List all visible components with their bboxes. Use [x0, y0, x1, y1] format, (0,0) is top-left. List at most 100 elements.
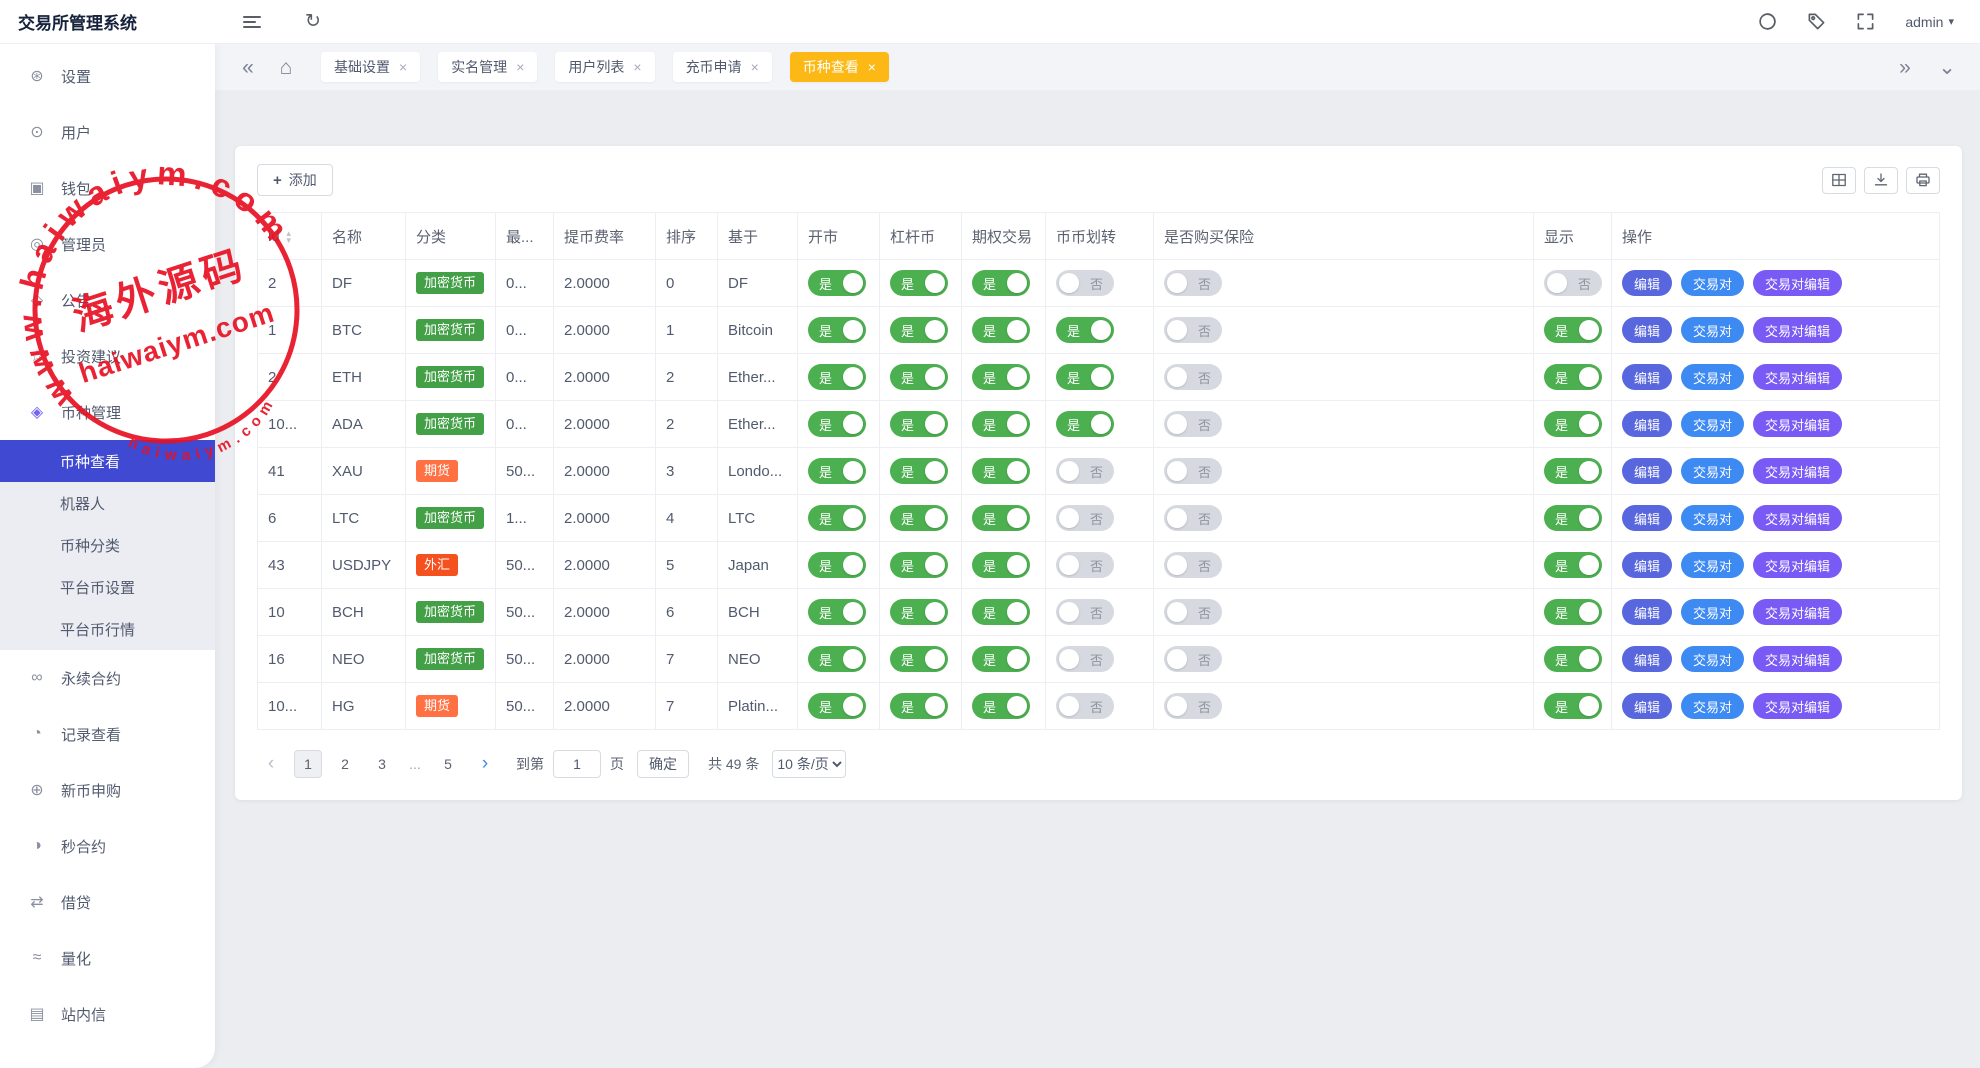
pair-edit-button[interactable]: 交易对编辑 [1753, 599, 1842, 625]
toggle-insurance[interactable]: 否 [1164, 552, 1222, 578]
page-number-5[interactable]: 5 [434, 750, 462, 778]
edit-button[interactable]: 编辑 [1622, 317, 1672, 343]
toggle-display[interactable]: 是 [1544, 693, 1602, 719]
toggle-transfer[interactable]: 否 [1056, 270, 1114, 296]
toggle-leverage[interactable]: 是 [890, 270, 948, 296]
toggle-transfer[interactable]: 否 [1056, 693, 1114, 719]
edit-button[interactable]: 编辑 [1622, 505, 1672, 531]
sidebar-item-new-coin-subscribe[interactable]: ⊕新币申购 [0, 762, 215, 818]
pair-edit-button[interactable]: 交易对编辑 [1753, 552, 1842, 578]
sidebar-item-investment-advice[interactable]: ☆投资建议 [0, 328, 215, 384]
sidebar-item-record-view[interactable]: ◔记录查看 [0, 706, 215, 762]
toggle-options[interactable]: 是 [972, 364, 1030, 390]
toggle-leverage[interactable]: 是 [890, 364, 948, 390]
toggle-transfer[interactable]: 是 [1056, 364, 1114, 390]
sidebar-item-lending[interactable]: ⇄借贷 [0, 874, 215, 930]
edit-button[interactable]: 编辑 [1622, 599, 1672, 625]
toggle-options[interactable]: 是 [972, 317, 1030, 343]
sidebar-subitem-coin-view[interactable]: 币种查看 [0, 440, 215, 482]
toggle-open[interactable]: 是 [808, 599, 866, 625]
tab-close-icon[interactable]: × [516, 59, 524, 75]
toggle-options[interactable]: 是 [972, 552, 1030, 578]
edit-button[interactable]: 编辑 [1622, 646, 1672, 672]
sidebar-item-perpetual-contract[interactable]: ∞永续合约 [0, 650, 215, 706]
toggle-open[interactable]: 是 [808, 364, 866, 390]
toggle-display[interactable]: 是 [1544, 364, 1602, 390]
pair-button[interactable]: 交易对 [1681, 458, 1744, 484]
toggle-options[interactable]: 是 [972, 270, 1030, 296]
toggle-transfer[interactable]: 是 [1056, 317, 1114, 343]
toggle-leverage[interactable]: 是 [890, 552, 948, 578]
edit-button[interactable]: 编辑 [1622, 458, 1672, 484]
toggle-display[interactable]: 是 [1544, 317, 1602, 343]
sidebar-item-coin-management[interactable]: ◈币种管理 [0, 384, 215, 440]
tab-close-icon[interactable]: × [868, 59, 876, 75]
toggle-leverage[interactable]: 是 [890, 505, 948, 531]
toggle-transfer[interactable]: 是 [1056, 411, 1114, 437]
pair-edit-button[interactable]: 交易对编辑 [1753, 646, 1842, 672]
toggle-leverage[interactable]: 是 [890, 317, 948, 343]
sidebar-subitem-platform-coin-market[interactable]: 平台币行情 [0, 608, 215, 650]
theme-icon[interactable] [1758, 12, 1777, 31]
toggle-display[interactable]: 是 [1544, 505, 1602, 531]
toggle-open[interactable]: 是 [808, 458, 866, 484]
toggle-open[interactable]: 是 [808, 552, 866, 578]
pair-button[interactable]: 交易对 [1681, 317, 1744, 343]
tabs-scroll-left-icon[interactable]: « [235, 57, 261, 78]
edit-button[interactable]: 编辑 [1622, 270, 1672, 296]
jump-page-input[interactable] [553, 750, 601, 778]
toggle-insurance[interactable]: 否 [1164, 317, 1222, 343]
toggle-display[interactable]: 是 [1544, 552, 1602, 578]
toggle-insurance[interactable]: 否 [1164, 505, 1222, 531]
toggle-transfer[interactable]: 否 [1056, 646, 1114, 672]
sidebar-item-wallet[interactable]: ▣钱包 [0, 160, 215, 216]
sidebar-collapse-icon[interactable] [243, 16, 261, 28]
pair-button[interactable]: 交易对 [1681, 552, 1744, 578]
tab-币种查看[interactable]: 币种查看× [790, 52, 889, 82]
admin-menu[interactable]: admin ▾ [1905, 14, 1954, 30]
edit-button[interactable]: 编辑 [1622, 364, 1672, 390]
pair-edit-button[interactable]: 交易对编辑 [1753, 411, 1842, 437]
toggle-options[interactable]: 是 [972, 693, 1030, 719]
tab-实名管理[interactable]: 实名管理× [438, 52, 537, 82]
home-icon[interactable]: ⌂ [273, 57, 299, 78]
pair-edit-button[interactable]: 交易对编辑 [1753, 270, 1842, 296]
export-button[interactable] [1864, 167, 1898, 194]
toggle-insurance[interactable]: 否 [1164, 458, 1222, 484]
pair-button[interactable]: 交易对 [1681, 270, 1744, 296]
pair-button[interactable]: 交易对 [1681, 411, 1744, 437]
tabs-more-icon[interactable]: ⌄ [1934, 57, 1960, 78]
prev-page-icon[interactable]: ‹ [257, 750, 285, 778]
toggle-display[interactable]: 是 [1544, 411, 1602, 437]
add-button[interactable]: + 添加 [257, 164, 333, 196]
tab-用户列表[interactable]: 用户列表× [555, 52, 654, 82]
toggle-transfer[interactable]: 否 [1056, 552, 1114, 578]
tab-close-icon[interactable]: × [633, 59, 641, 75]
toggle-options[interactable]: 是 [972, 458, 1030, 484]
toggle-options[interactable]: 是 [972, 646, 1030, 672]
toggle-insurance[interactable]: 否 [1164, 270, 1222, 296]
toggle-open[interactable]: 是 [808, 693, 866, 719]
toggle-open[interactable]: 是 [808, 317, 866, 343]
tab-close-icon[interactable]: × [751, 59, 759, 75]
toggle-insurance[interactable]: 否 [1164, 364, 1222, 390]
page-number-1[interactable]: 1 [294, 750, 322, 778]
toggle-leverage[interactable]: 是 [890, 599, 948, 625]
toggle-display[interactable]: 是 [1544, 646, 1602, 672]
pair-edit-button[interactable]: 交易对编辑 [1753, 693, 1842, 719]
toggle-options[interactable]: 是 [972, 599, 1030, 625]
pair-button[interactable]: 交易对 [1681, 599, 1744, 625]
tabs-scroll-right-icon[interactable]: » [1892, 57, 1918, 78]
sidebar-subitem-coin-category[interactable]: 币种分类 [0, 524, 215, 566]
toggle-display[interactable]: 是 [1544, 458, 1602, 484]
pair-edit-button[interactable]: 交易对编辑 [1753, 458, 1842, 484]
column-settings-button[interactable] [1822, 167, 1856, 194]
pair-edit-button[interactable]: 交易对编辑 [1753, 364, 1842, 390]
tab-基础设置[interactable]: 基础设置× [321, 52, 420, 82]
edit-button[interactable]: 编辑 [1622, 411, 1672, 437]
edit-button[interactable]: 编辑 [1622, 552, 1672, 578]
toggle-open[interactable]: 是 [808, 411, 866, 437]
toggle-leverage[interactable]: 是 [890, 411, 948, 437]
pair-button[interactable]: 交易对 [1681, 646, 1744, 672]
edit-button[interactable]: 编辑 [1622, 693, 1672, 719]
